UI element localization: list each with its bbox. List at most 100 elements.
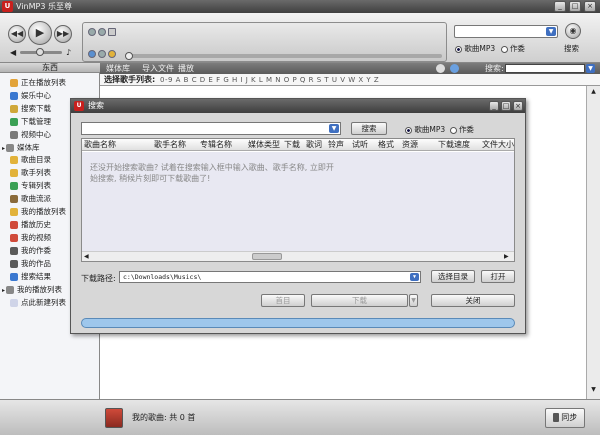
column-header[interactable]: 歌曲名称 xyxy=(84,139,116,151)
column-header[interactable]: 格式 xyxy=(378,139,394,151)
close-button[interactable]: × xyxy=(584,1,596,12)
scroll-up-icon[interactable]: ▲ xyxy=(589,88,598,96)
stop-icon[interactable] xyxy=(88,28,96,36)
alphabet-letters[interactable]: 0-9 A B C D E F G H I J K L M N O P Q R … xyxy=(160,74,379,86)
hscroll-left-icon[interactable]: ◀ xyxy=(84,253,89,260)
playlist-group-icon xyxy=(6,286,15,294)
first-page-button[interactable]: 首目 xyxy=(261,294,305,307)
expand-toggle-icon[interactable]: ▸ xyxy=(2,287,5,294)
player-display xyxy=(82,22,447,62)
minimize-button[interactable]: _ xyxy=(554,1,566,12)
file-icon[interactable] xyxy=(108,28,116,36)
choose-dir-button[interactable]: 选择目录 xyxy=(431,270,475,283)
column-header[interactable]: 下载 xyxy=(284,139,300,151)
results-hscrollbar[interactable]: ◀ ▶ xyxy=(82,251,514,261)
volume-max-icon: ♪ xyxy=(66,48,72,57)
column-header[interactable]: 媒体类型 xyxy=(248,139,280,151)
progress-bar[interactable] xyxy=(125,52,442,60)
dialog-search-input[interactable]: ▼ xyxy=(81,122,341,135)
download-button[interactable]: 下载 xyxy=(311,294,408,307)
column-header[interactable]: 资源 xyxy=(402,139,418,151)
radio-mp3[interactable] xyxy=(455,45,462,53)
search-progress-bar xyxy=(81,318,515,328)
search-hint-text: 还没开始搜索歌曲? 试着在搜索输入框中输入歌曲、歌手名称, 立即开始搜索, 稍候… xyxy=(90,163,334,183)
dialog-search-dropdown-icon[interactable]: ▼ xyxy=(329,124,339,133)
dialog-close-action-button[interactable]: 关闭 xyxy=(431,294,515,307)
column-header[interactable]: 下载速度 xyxy=(438,139,470,151)
download-path-input[interactable]: c:\Downloads\Musics\ ▼ xyxy=(119,271,421,283)
hscroll-right-icon[interactable]: ▶ xyxy=(504,253,509,260)
column-header[interactable]: 铃声 xyxy=(328,139,344,151)
nav-media-library[interactable]: 媒体库 xyxy=(106,63,130,74)
nav-icon-2[interactable] xyxy=(450,64,459,73)
sidebar-item-label: 我的播放列表 xyxy=(21,207,66,216)
dialog-close-button[interactable]: × xyxy=(513,101,523,111)
column-header[interactable]: 试听 xyxy=(352,139,368,151)
scroll-down-icon[interactable]: ▼ xyxy=(589,386,598,394)
sidebar-item-label: 我的作品 xyxy=(21,259,51,268)
entertainment-icon xyxy=(10,92,18,100)
hscroll-thumb[interactable] xyxy=(252,253,282,260)
open-button[interactable]: 打开 xyxy=(481,270,515,283)
playlist-icon xyxy=(10,79,18,87)
search-result-icon xyxy=(10,273,18,281)
radio-author[interactable] xyxy=(500,45,508,53)
column-header[interactable]: 专辑名称 xyxy=(200,139,232,151)
alphabet-bar: 选择歌手列表: 0-9 A B C D E F G H I J K L M N … xyxy=(100,74,600,86)
nav-import[interactable]: 导入文件 xyxy=(142,63,174,74)
mode-icon[interactable] xyxy=(98,28,106,36)
sidebar-item[interactable]: 正在播放列表 xyxy=(0,77,100,89)
download-dropdown-icon[interactable]: ▼ xyxy=(409,294,418,307)
repeat-icon[interactable] xyxy=(88,50,96,58)
main-nav: 媒体库 导入文件 播放 搜索: ▼ xyxy=(100,63,600,74)
expand-toggle-icon[interactable]: ▸ xyxy=(2,145,5,152)
play-button[interactable]: ▶ xyxy=(28,21,52,45)
main-search-input[interactable] xyxy=(505,64,585,73)
next-button[interactable]: ▶▶ xyxy=(54,25,72,43)
search-download-icon xyxy=(10,105,18,113)
singer-icon xyxy=(10,169,18,177)
sidebar-item-label: 点此新建列表 xyxy=(21,298,66,307)
main-search-icon[interactable]: ▼ xyxy=(586,64,595,73)
sidebar-item-label: 歌手列表 xyxy=(21,168,51,177)
toolbar-search-label[interactable]: 搜索 xyxy=(564,43,579,54)
title-bar: U VinMP3 乐至尊 _ □ × xyxy=(0,0,600,13)
nav-icon-1[interactable] xyxy=(436,64,445,73)
shuffle-icon[interactable] xyxy=(98,50,106,58)
sidebar-item-label: 搜索结果 xyxy=(21,272,51,281)
nav-play[interactable]: 播放 xyxy=(178,63,194,74)
dialog-title: 搜索 xyxy=(88,101,104,110)
download-path-label: 下载路径: xyxy=(81,274,116,283)
dialog-search-button[interactable]: 搜索 xyxy=(351,122,387,135)
dialog-radio-author[interactable] xyxy=(449,126,457,134)
sync-button[interactable]: 同步 xyxy=(545,408,585,428)
album-icon xyxy=(10,182,18,190)
volume-icon: ◀ xyxy=(10,48,17,57)
my-works-icon xyxy=(10,260,18,268)
column-header[interactable]: 文件大小 xyxy=(482,139,514,151)
volume-handle[interactable] xyxy=(36,48,44,56)
maximize-button[interactable]: □ xyxy=(569,1,581,12)
results-table: 歌曲名称 歌手名称 专辑名称 媒体类型 下载 歌词 铃声 试听 格式 资源 下载速度 文件大小 还没开… xyxy=(81,138,515,262)
column-header[interactable]: 歌词 xyxy=(306,139,322,151)
search-dropdown-icon[interactable]: ▼ xyxy=(546,27,556,36)
player-toolbar: ◀◀ ▶ ▶▶ ◀ ♪ ▼ 歌曲MP3 作委 ◉ 搜索 xyxy=(0,13,600,63)
previous-button[interactable]: ◀◀ xyxy=(8,25,26,43)
dialog-radio-mp3[interactable] xyxy=(405,126,412,134)
main-scrollbar[interactable]: ▲ ▼ xyxy=(586,86,600,399)
genre-icon xyxy=(10,195,18,203)
results-table-header: 歌曲名称 歌手名称 专辑名称 媒体类型 下载 歌词 铃声 试听 格式 资源 下载速度 文件大小 xyxy=(82,139,514,151)
sidebar-item-label: 视频中心 xyxy=(21,130,51,139)
dialog-minimize-button[interactable]: _ xyxy=(489,101,499,111)
sidebar-item-label: 歌曲流派 xyxy=(21,194,51,203)
eye-search-icon[interactable]: ◉ xyxy=(565,23,581,39)
sidebar-item-label: 播放历史 xyxy=(21,220,51,229)
dialog-maximize-button[interactable]: □ xyxy=(501,101,511,111)
sidebar-item-label: 我的播放列表 xyxy=(17,285,63,294)
column-header[interactable]: 歌手名称 xyxy=(154,139,186,151)
progress-handle[interactable] xyxy=(125,52,133,60)
path-dropdown-icon[interactable]: ▼ xyxy=(410,273,419,281)
volume-slider[interactable] xyxy=(20,48,62,56)
eq-icon[interactable] xyxy=(108,50,116,58)
toolbar-search-input[interactable]: ▼ xyxy=(454,25,558,38)
